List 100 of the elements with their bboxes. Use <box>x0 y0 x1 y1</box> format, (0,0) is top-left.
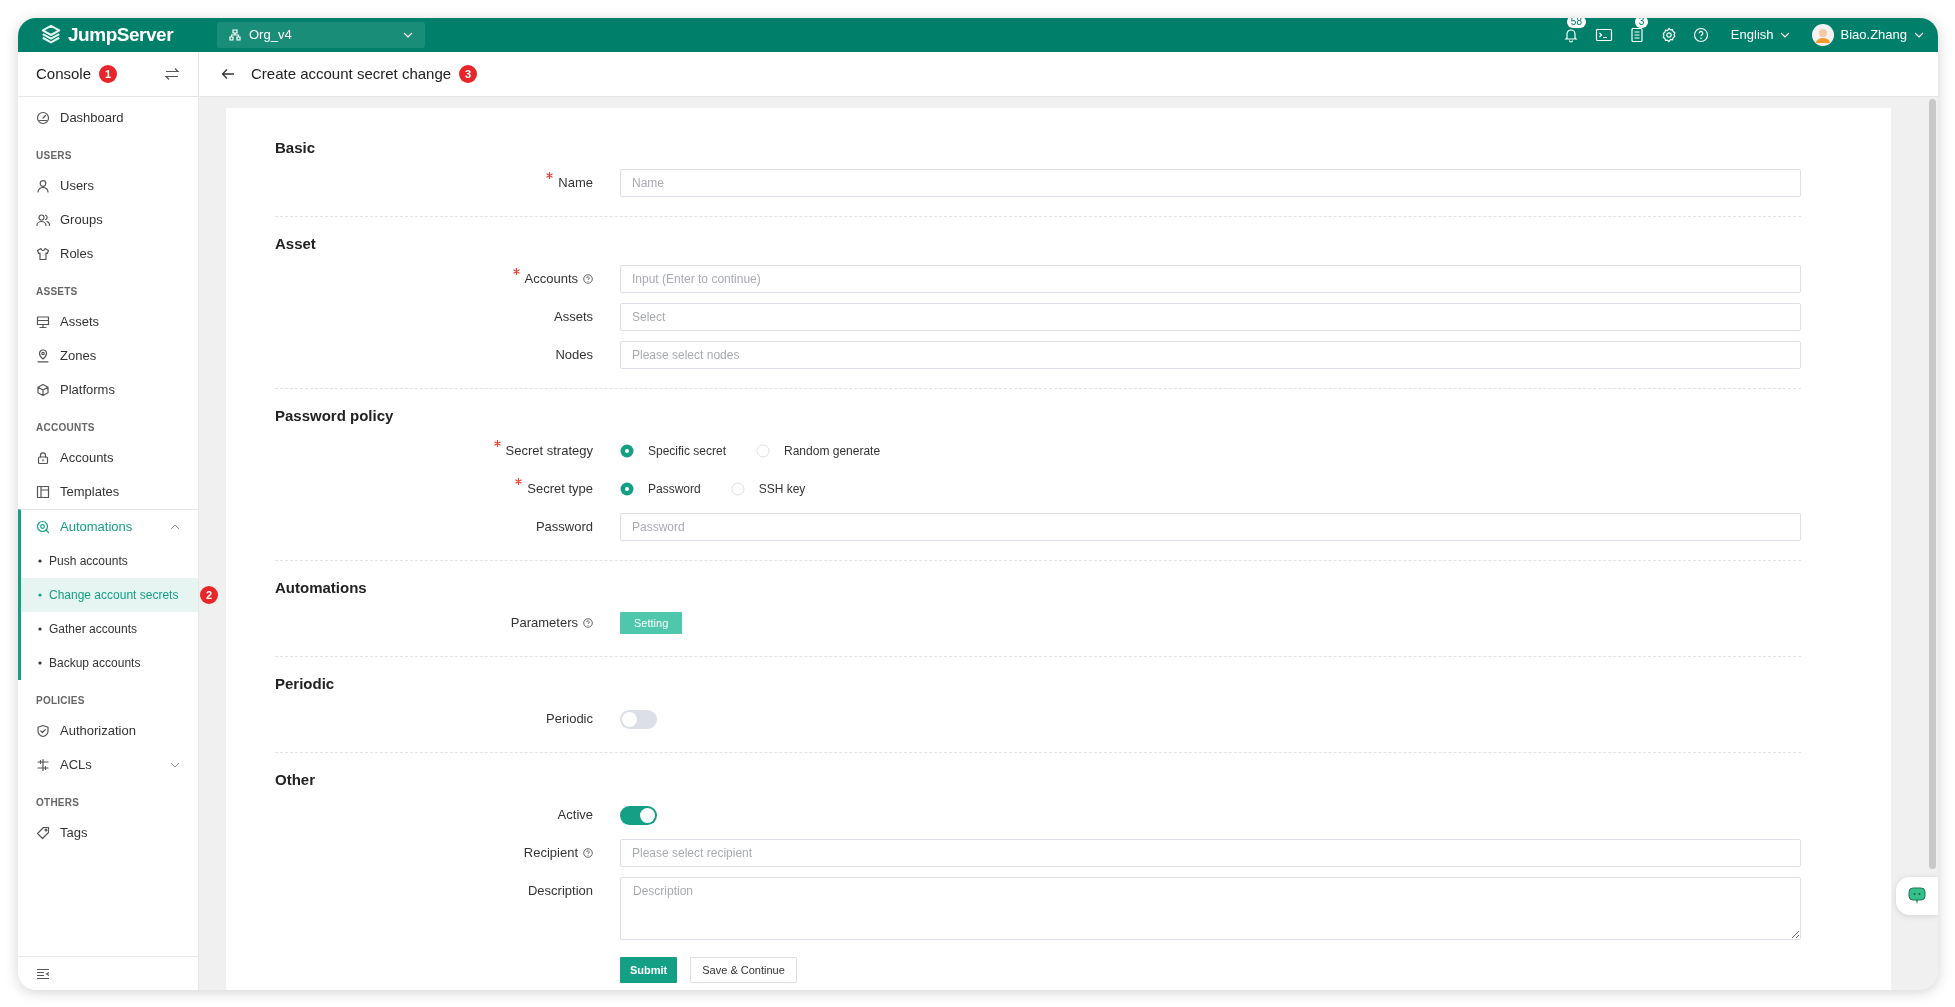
section-heading: ACCOUNTS <box>36 421 95 435</box>
swap-icon[interactable] <box>164 67 180 81</box>
logo-icon <box>40 24 62 46</box>
shield-icon <box>36 724 50 738</box>
notification-count: 58 <box>1566 18 1586 28</box>
nav-item[interactable]: ACLs <box>18 748 198 782</box>
input-field[interactable]: Please select nodes <box>620 341 1801 369</box>
chevron-down-icon <box>170 762 180 768</box>
back-arrow-icon[interactable] <box>221 68 235 80</box>
required-asterisk-icon <box>546 172 554 179</box>
bullet-icon <box>38 559 42 563</box>
org-tree-icon <box>229 29 241 41</box>
field-label: Description <box>527 882 593 901</box>
input-field[interactable]: Select <box>620 303 1801 331</box>
field-label: Active <box>557 806 593 825</box>
field-label: Recipient <box>523 844 578 863</box>
input-field[interactable]: Password <box>620 513 1801 541</box>
nav-item[interactable]: Accounts <box>18 441 198 475</box>
help-icon <box>583 618 593 628</box>
user-icon <box>36 179 50 193</box>
sliders-icon <box>36 758 50 772</box>
field-label: Password <box>535 518 593 537</box>
nav-item[interactable]: Assets <box>18 305 198 339</box>
field-label: Accounts <box>524 270 578 289</box>
nav-item[interactable]: Users <box>18 169 198 203</box>
nav-subitem[interactable]: Gather accounts <box>21 612 198 646</box>
nav-item[interactable]: Dashboard <box>18 101 198 135</box>
toggle-switch[interactable] <box>620 709 657 729</box>
field-label: Parameters <box>510 614 578 633</box>
field-label: Periodic <box>546 710 593 729</box>
chat-button[interactable] <box>1896 877 1938 915</box>
monitor-icon <box>36 315 50 329</box>
required-asterisk-icon <box>493 440 501 447</box>
document-list-icon[interactable] <box>1628 27 1645 43</box>
radio-option[interactable]: Random generate <box>756 442 881 460</box>
bullet-icon <box>38 593 42 597</box>
nav-subitem[interactable]: Backup accounts <box>21 646 198 680</box>
language-dropdown[interactable]: English <box>1730 25 1790 45</box>
help-icon[interactable] <box>1692 27 1709 43</box>
help-icon <box>583 848 593 858</box>
logo-text: JumpServer <box>68 22 174 47</box>
user-menu[interactable]: Biao.Zhang <box>1811 24 1924 46</box>
radio-option[interactable]: SSH key <box>730 480 806 498</box>
collapse-menu-icon[interactable] <box>36 967 50 980</box>
help-icon <box>583 274 593 284</box>
annotation-badge: 2 <box>200 586 218 604</box>
radio-option[interactable]: Specific secret <box>620 442 727 460</box>
nav-item[interactable]: Zones <box>18 339 198 373</box>
chevron-down-icon <box>1914 32 1924 38</box>
page-title: Create account secret change <box>251 63 452 84</box>
avatar-icon <box>1811 24 1834 46</box>
settings-icon[interactable] <box>1660 27 1677 43</box>
radio-option[interactable]: Password <box>620 480 701 498</box>
tag-icon <box>36 826 50 840</box>
layout-icon <box>36 485 50 499</box>
bell-icon[interactable] <box>1562 27 1579 43</box>
chevron-up-icon <box>170 524 180 530</box>
task-count: 3 <box>1634 18 1649 28</box>
nav-item[interactable]: Roles <box>18 237 198 271</box>
lock-icon <box>36 451 50 465</box>
bullet-icon <box>38 627 42 631</box>
section-title: Basic <box>275 138 317 158</box>
users-icon <box>36 213 50 227</box>
nav-item[interactable]: Authorization <box>18 714 198 748</box>
section-heading: USERS <box>36 149 72 163</box>
nav-item[interactable]: Platforms <box>18 373 198 407</box>
section-title: Asset <box>275 234 317 254</box>
field-label: Nodes <box>555 346 593 365</box>
chevron-down-icon <box>403 32 413 38</box>
field-label: Assets <box>554 308 593 327</box>
annotation-badge: 3 <box>459 65 478 83</box>
bullet-icon <box>38 661 42 665</box>
input-field[interactable]: Please select recipient <box>620 839 1801 867</box>
field-label: Secret type <box>527 480 593 499</box>
nav-item[interactable]: Groups <box>18 203 198 237</box>
section-title: Automations <box>275 578 368 598</box>
field-label: Secret strategy <box>505 442 593 461</box>
required-asterisk-icon <box>512 268 520 275</box>
nav-subitem[interactable]: Push accounts <box>21 544 198 578</box>
nav-item[interactable]: Tags <box>18 816 198 850</box>
required-asterisk-icon <box>515 478 523 485</box>
input-field[interactable]: Name <box>620 169 1801 197</box>
location-pin-icon <box>36 349 50 363</box>
textarea-field[interactable]: Description <box>620 877 1801 940</box>
cube-icon <box>36 383 50 397</box>
org-dropdown[interactable]: Org_v4 <box>217 22 425 48</box>
field-label: Name <box>558 174 593 193</box>
section-heading: POLICIES <box>36 694 85 708</box>
terminal-icon[interactable] <box>1594 27 1613 43</box>
gauge-icon <box>36 111 50 125</box>
save-continue-button[interactable]: Save & Continue <box>690 957 797 983</box>
section-heading: ASSETS <box>36 285 78 299</box>
toggle-switch[interactable] <box>620 805 657 825</box>
chevron-down-icon <box>1779 32 1790 38</box>
section-title: Password policy <box>275 406 395 426</box>
input-field[interactable]: Input (Enter to continue) <box>620 265 1801 293</box>
shirt-icon <box>36 247 50 261</box>
section-heading: OTHERS <box>36 796 80 810</box>
section-title: Other <box>275 770 316 790</box>
nav-item[interactable]: Templates <box>18 475 198 509</box>
